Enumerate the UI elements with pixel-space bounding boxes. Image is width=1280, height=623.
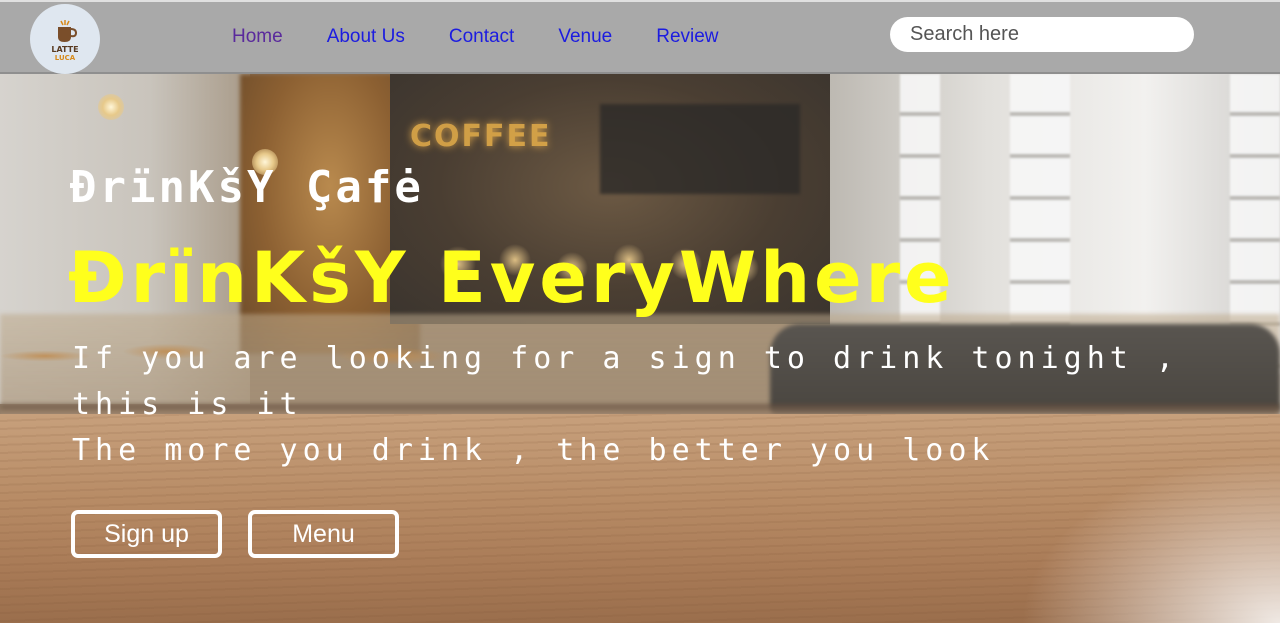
hero-description-line: The more you drink , the better you look — [72, 433, 995, 468]
logo[interactable]: LATTE LUCA — [30, 4, 100, 74]
cafe-name-heading: ĐrïnKšY Çafė — [70, 162, 424, 213]
search-input[interactable] — [890, 17, 1194, 52]
coffee-cup-icon — [58, 19, 78, 42]
logo-text-line1: LATTE — [51, 44, 79, 54]
logo-text-line2: LUCA — [54, 53, 76, 62]
nav-link-contact[interactable]: Contact — [449, 26, 514, 48]
hero-section: ĐrïnKšY Çafė ĐrïnKšY EveryWhere If you a… — [0, 74, 1280, 623]
hero-description-line: If you are looking for a sign to drink t… — [72, 341, 1179, 422]
main-nav: Home About Us Contact Venue Review — [232, 26, 763, 48]
top-navbar: LATTE LUCA Home About Us Contact Venue R… — [0, 0, 1280, 74]
nav-link-review[interactable]: Review — [656, 26, 718, 48]
nav-link-home[interactable]: Home — [232, 26, 283, 48]
hero-tagline: ĐrïnKšY EveryWhere — [68, 237, 956, 319]
menu-button[interactable]: Menu — [248, 510, 399, 558]
hero-description: If you are looking for a sign to drink t… — [72, 336, 1252, 474]
nav-link-venue[interactable]: Venue — [558, 26, 612, 48]
nav-link-about-us[interactable]: About Us — [327, 26, 405, 48]
sign-up-button[interactable]: Sign up — [71, 510, 222, 558]
